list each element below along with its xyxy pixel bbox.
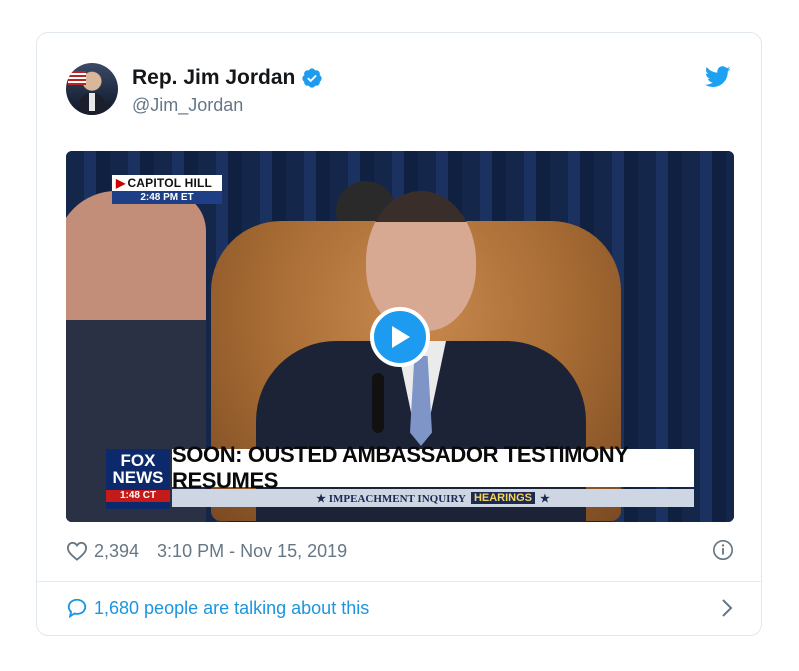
tweet-timestamp[interactable]: 3:10 PM - Nov 15, 2019 bbox=[157, 541, 347, 562]
conversation-link[interactable]: 1,680 people are talking about this bbox=[66, 595, 734, 621]
info-icon[interactable] bbox=[712, 539, 734, 561]
flag-graphic bbox=[68, 71, 86, 85]
speaker-head bbox=[366, 191, 476, 331]
tweet-meta: 2,394 3:10 PM - Nov 15, 2019 bbox=[66, 539, 734, 563]
location-label: ▶ CAPITOL HILL bbox=[112, 175, 222, 191]
talking-count-text[interactable]: 1,680 people are talking about this bbox=[94, 598, 369, 619]
twitter-bird-icon[interactable] bbox=[705, 66, 731, 88]
display-name[interactable]: Rep. Jim Jordan bbox=[132, 66, 295, 90]
author-name-row: Rep. Jim Jordan bbox=[132, 66, 323, 90]
lower-third: FOX NEWS 1:48 CT SOON: OUSTED AMBASSADOR… bbox=[106, 442, 694, 509]
network-line1: FOX bbox=[120, 451, 156, 470]
location-time: 2:48 PM ET bbox=[112, 191, 222, 204]
avatar-shirt bbox=[89, 93, 95, 111]
video-player[interactable]: ▶ CAPITOL HILL 2:48 PM ET FOX NEWS 1:48 C… bbox=[66, 151, 734, 522]
play-button[interactable] bbox=[370, 307, 430, 367]
divider bbox=[37, 581, 761, 582]
network-time: 1:48 CT bbox=[106, 490, 170, 502]
speech-bubble-icon bbox=[67, 598, 87, 619]
subline-bar: ★ IMPEACHMENT INQUIRY HEARINGS ★ bbox=[172, 489, 694, 507]
chevron-right-icon[interactable] bbox=[720, 597, 734, 619]
heart-icon[interactable] bbox=[66, 541, 88, 561]
subline-text: ★ IMPEACHMENT INQUIRY bbox=[316, 492, 466, 505]
tweet-card[interactable]: Rep. Jim Jordan @Jim_Jordan ▶ CAPITOL HIL… bbox=[36, 32, 762, 636]
subline-highlight: HEARINGS bbox=[470, 492, 536, 504]
location-bug: ▶ CAPITOL HILL 2:48 PM ET bbox=[112, 175, 222, 204]
play-icon bbox=[392, 326, 410, 348]
subline-end: ★ bbox=[540, 492, 550, 505]
location-arrow-icon: ▶ bbox=[116, 176, 126, 190]
network-logo: FOX NEWS 1:48 CT bbox=[106, 449, 170, 509]
like-count[interactable]: 2,394 bbox=[94, 541, 139, 562]
avatar[interactable] bbox=[66, 63, 118, 115]
user-handle[interactable]: @Jim_Jordan bbox=[132, 95, 243, 116]
location-text: CAPITOL HILL bbox=[127, 176, 213, 190]
headline-text: SOON: OUSTED AMBASSADOR TESTIMONY RESUME… bbox=[172, 442, 694, 493]
network-line2: NEWS bbox=[112, 468, 164, 487]
verified-badge-icon bbox=[302, 68, 323, 88]
microphone bbox=[372, 373, 384, 433]
